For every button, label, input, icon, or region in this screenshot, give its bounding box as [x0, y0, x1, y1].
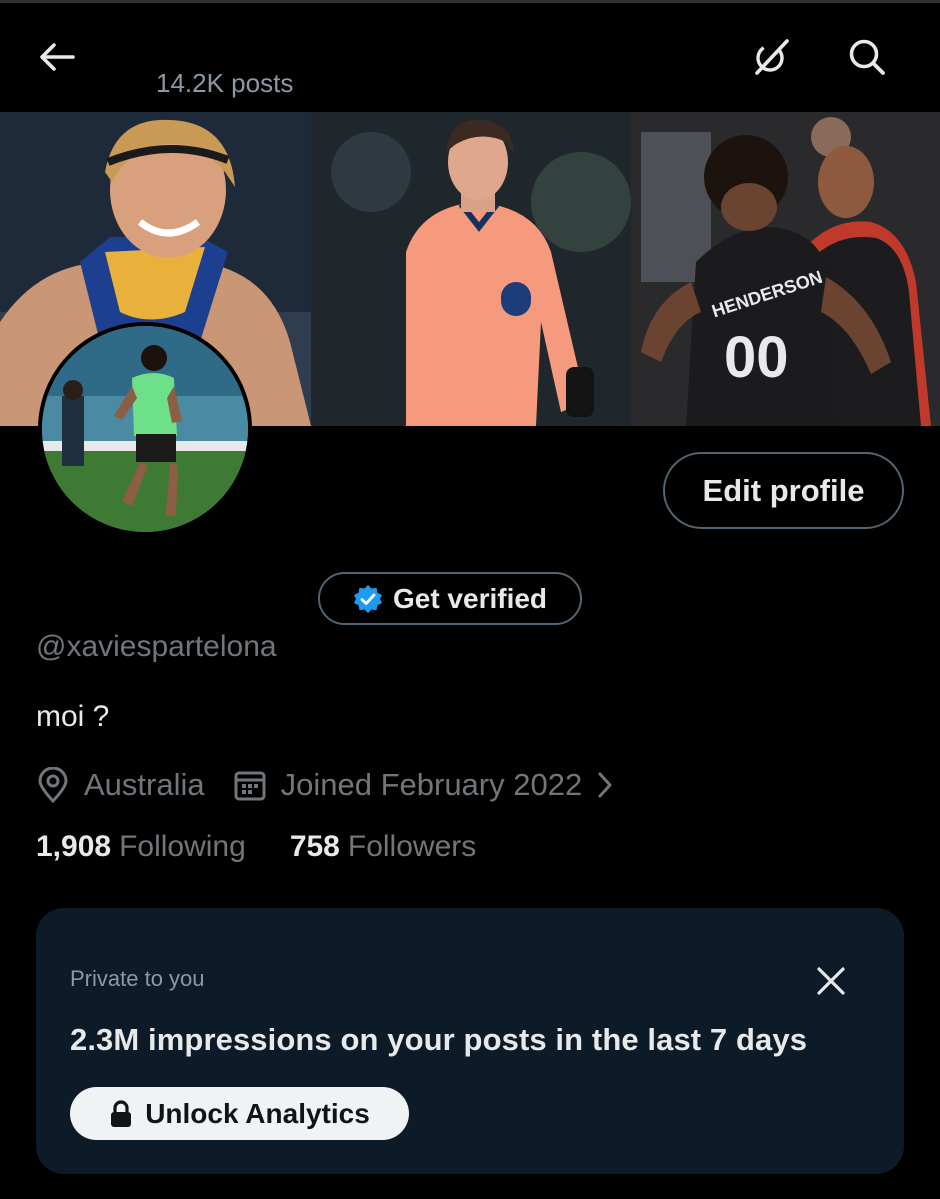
- following-count: 1,908: [36, 830, 112, 863]
- following-link[interactable]: 1,908 Following: [36, 830, 246, 864]
- posts-count: 14.2K posts: [156, 68, 294, 98]
- close-icon: [817, 967, 845, 995]
- location-text: Australia: [84, 767, 205, 802]
- card-kicker: Private to you: [70, 966, 205, 991]
- location-pin-icon: [38, 767, 68, 803]
- grok-icon: [755, 39, 789, 75]
- following-label: Following: [119, 830, 246, 863]
- calendar-icon: [234, 771, 266, 801]
- followers-count: 758: [289, 830, 340, 863]
- footballer-illustration: [311, 112, 631, 426]
- profile-handle: @xaviespartelona: [36, 630, 277, 663]
- avatar-photo: [42, 326, 248, 532]
- search-icon: [849, 39, 885, 75]
- search-button[interactable]: [842, 34, 892, 80]
- lock-icon: [111, 1099, 132, 1127]
- jersey-number: 00: [724, 325, 789, 390]
- basketball-players-illustration: HENDERSON 00: [631, 112, 940, 426]
- followers-label: Followers: [347, 830, 477, 863]
- impressions-headline: 2.3M impressions on your posts in the la…: [70, 1022, 808, 1057]
- get-verified-button[interactable]: Get verified: [318, 572, 582, 625]
- follow-stats: 1,908 Following 758 Followers: [36, 830, 476, 864]
- unlock-analytics-button[interactable]: Unlock Analytics: [70, 1087, 409, 1140]
- back-button[interactable]: [34, 34, 80, 80]
- grok-button[interactable]: [746, 34, 796, 80]
- location-item: Australia: [36, 767, 205, 803]
- get-verified-label: Get verified: [392, 582, 548, 614]
- joined-text: Joined February 2022: [280, 767, 583, 802]
- back-arrow-icon: [40, 43, 75, 71]
- chevron-right-icon: [598, 772, 612, 798]
- banner-photo-basketball: HENDERSON 00: [631, 112, 940, 426]
- unlock-analytics-label: Unlock Analytics: [145, 1097, 370, 1129]
- profile-header: 14.2K posts: [0, 0, 940, 112]
- dismiss-card-button[interactable]: [810, 960, 852, 1002]
- verified-badge-icon: [353, 584, 382, 613]
- edit-profile-button[interactable]: Edit profile: [663, 452, 904, 529]
- banner-photo-footballer: [311, 112, 631, 426]
- followers-link[interactable]: 758 Followers: [290, 830, 476, 864]
- profile-avatar[interactable]: [38, 322, 252, 536]
- analytics-promo-card: Private to you 2.3M impressions on your …: [36, 908, 904, 1174]
- joined-date-link[interactable]: Joined February 2022: [233, 767, 615, 803]
- profile-bio: moi ?: [36, 700, 110, 733]
- header-top-edge: [0, 0, 940, 3]
- profile-meta: Australia Joined February 2022: [36, 762, 614, 808]
